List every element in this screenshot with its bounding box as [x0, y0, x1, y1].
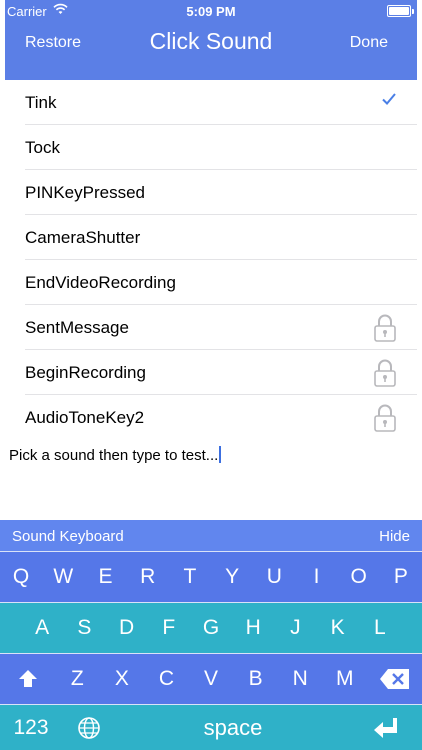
- sound-row-audiotonekey2[interactable]: AudioToneKey2: [0, 395, 422, 440]
- sound-row-tink[interactable]: Tink: [0, 80, 422, 125]
- key-h[interactable]: H: [232, 603, 274, 653]
- key-z[interactable]: Z: [55, 654, 100, 704]
- lock-icon: [372, 403, 398, 433]
- shift-arrow-icon: [18, 670, 37, 687]
- key-g[interactable]: G: [190, 603, 232, 653]
- delete-key[interactable]: [367, 654, 422, 704]
- text-caret: [219, 446, 222, 463]
- keyboard-toolbar: Sound Keyboard Hide: [0, 520, 422, 551]
- sound-label: Tock: [25, 138, 60, 157]
- sound-row-pinkeypressed[interactable]: PINKeyPressed: [0, 170, 422, 215]
- key-q[interactable]: Q: [0, 552, 42, 602]
- backspace-icon: [379, 669, 409, 689]
- lock-icon: [372, 313, 398, 343]
- status-bar: Carrier 5:09 PM: [5, 0, 417, 22]
- navigation-bar: Restore Click Sound Done: [5, 22, 417, 62]
- key-p[interactable]: P: [380, 552, 422, 602]
- key-v[interactable]: V: [189, 654, 234, 704]
- test-text-field[interactable]: Pick a sound then type to test...: [9, 446, 222, 464]
- keyboard-row-2: A S D F G H J K L: [0, 602, 422, 653]
- header-bar: Carrier 5:09 PM Restore Click Sound Done: [5, 0, 417, 80]
- status-time: 5:09 PM: [186, 4, 236, 19]
- key-u[interactable]: U: [253, 552, 295, 602]
- sound-label: PINKeyPressed: [25, 183, 145, 202]
- sound-label: AudioToneKey2: [25, 408, 145, 427]
- sound-row-camerashutter[interactable]: CameraShutter: [0, 215, 422, 260]
- sound-label: BeginRecording: [25, 363, 146, 382]
- shift-key[interactable]: [0, 654, 55, 704]
- test-text: Pick a sound then type to test...: [9, 447, 219, 464]
- numbers-key[interactable]: 123: [0, 705, 62, 750]
- globe-key[interactable]: [62, 705, 116, 750]
- sound-label: EndVideoRecording: [25, 273, 176, 292]
- sound-list: Tink Tock PINKeyPressed CameraShutter En…: [0, 80, 422, 440]
- key-a[interactable]: A: [21, 603, 63, 653]
- return-arrow-icon: [374, 717, 397, 738]
- sound-row-beginrecording[interactable]: BeginRecording: [0, 350, 422, 395]
- return-key[interactable]: [350, 705, 422, 750]
- key-j[interactable]: J: [274, 603, 316, 653]
- key-m[interactable]: M: [322, 654, 367, 704]
- key-c[interactable]: C: [144, 654, 189, 704]
- sound-row-sentmessage[interactable]: SentMessage: [0, 305, 422, 350]
- key-s[interactable]: S: [63, 603, 105, 653]
- key-l[interactable]: L: [359, 603, 401, 653]
- lock-icon: [372, 358, 398, 388]
- hide-keyboard-button[interactable]: Hide: [379, 528, 410, 545]
- key-r[interactable]: R: [127, 552, 169, 602]
- key-w[interactable]: W: [42, 552, 84, 602]
- key-t[interactable]: T: [169, 552, 211, 602]
- sound-label: Tink: [25, 93, 57, 112]
- key-y[interactable]: Y: [211, 552, 253, 602]
- battery-icon: [387, 5, 414, 17]
- sound-label: SentMessage: [25, 318, 129, 337]
- globe-icon: [78, 716, 100, 739]
- key-f[interactable]: F: [148, 603, 190, 653]
- sound-row-endvideorecording[interactable]: EndVideoRecording: [0, 260, 422, 305]
- key-e[interactable]: E: [84, 552, 126, 602]
- done-button[interactable]: Done: [350, 34, 388, 52]
- keyboard-row-1: Q W E R T Y U I O P: [0, 551, 422, 602]
- keyboard-row-3: Z X C V B N M: [0, 653, 422, 704]
- key-x[interactable]: X: [100, 654, 145, 704]
- key-n[interactable]: N: [278, 654, 323, 704]
- sound-label: CameraShutter: [25, 228, 141, 247]
- key-d[interactable]: D: [105, 603, 147, 653]
- keyboard-title: Sound Keyboard: [12, 528, 124, 545]
- keyboard-row-4: 123 space: [0, 704, 422, 750]
- key-k[interactable]: K: [317, 603, 359, 653]
- sound-row-tock[interactable]: Tock: [0, 125, 422, 170]
- key-o[interactable]: O: [338, 552, 380, 602]
- key-b[interactable]: B: [233, 654, 278, 704]
- checkmark-icon: [382, 92, 396, 110]
- key-i[interactable]: I: [295, 552, 337, 602]
- space-key[interactable]: space: [116, 705, 350, 750]
